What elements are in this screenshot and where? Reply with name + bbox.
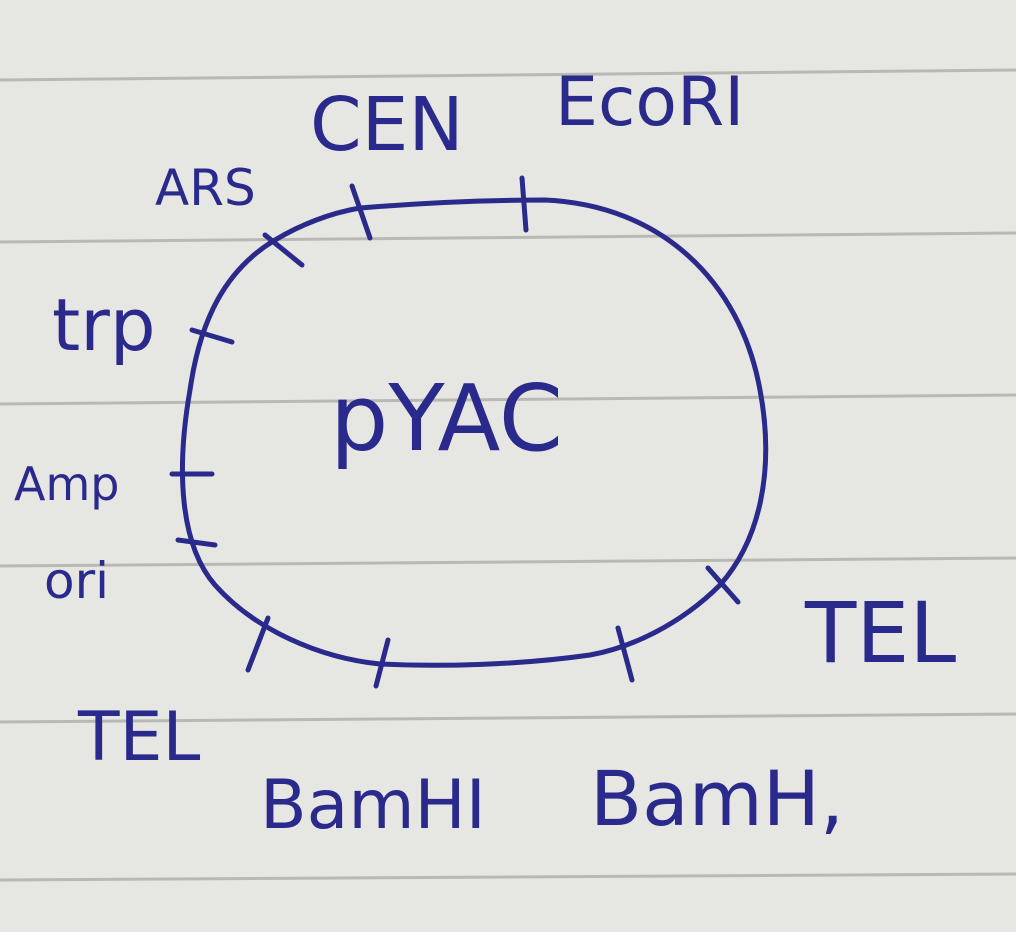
label-tel-right: TEL bbox=[804, 584, 956, 682]
label-cen: CEN bbox=[310, 82, 464, 168]
label-tel-left: TEL bbox=[77, 698, 201, 777]
label-bamhi-right: BamH, bbox=[590, 754, 844, 843]
plasmid-title: pYAC bbox=[330, 365, 563, 472]
label-bamhi-left: BamHI bbox=[260, 766, 486, 845]
label-ecori: EcoRI bbox=[555, 63, 744, 142]
label-ars: ARS bbox=[155, 159, 256, 217]
label-ori: ori bbox=[44, 552, 109, 610]
notebook-page: pYAC ARS CEN EcoRI trp Amp ori TEL TEL B… bbox=[0, 0, 1016, 932]
label-amp: Amp bbox=[14, 457, 119, 511]
label-trp: trp bbox=[52, 283, 156, 367]
